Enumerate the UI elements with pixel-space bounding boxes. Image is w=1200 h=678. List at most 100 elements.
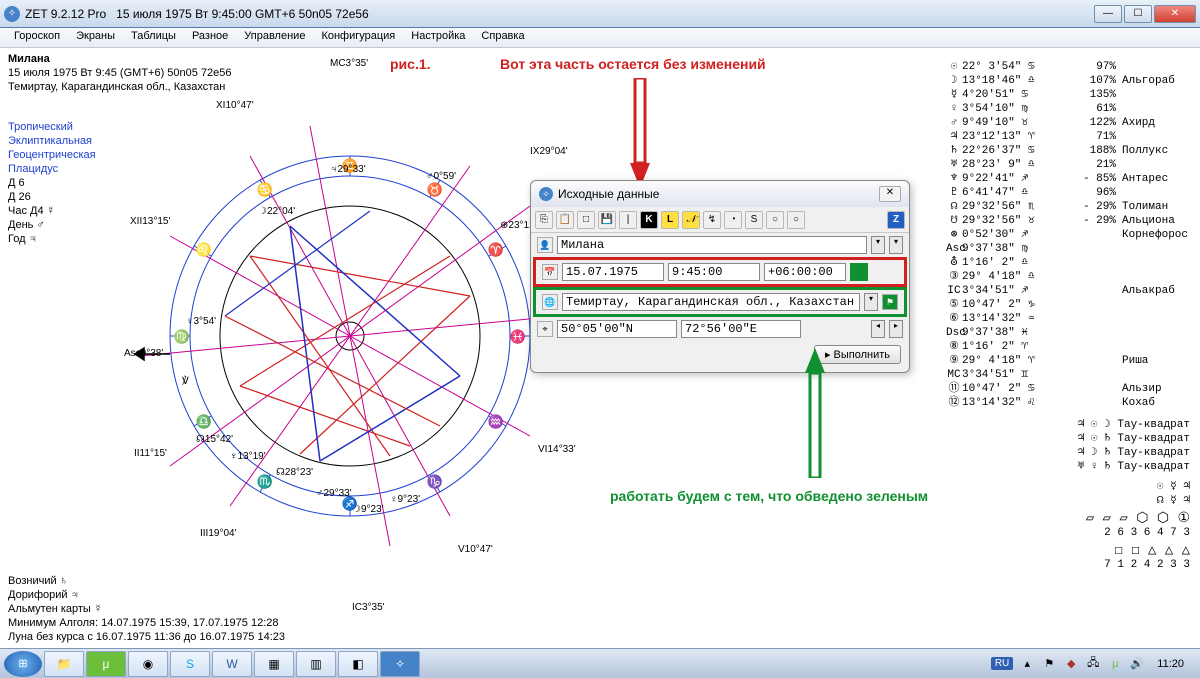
arrow-red-icon (630, 78, 650, 188)
tray-up-icon[interactable]: ▴ (1019, 656, 1035, 672)
menu-help[interactable]: Справка (473, 28, 532, 47)
planet-row: ♄22°26'37" ♋188%Поллукс (946, 144, 1190, 158)
start-button[interactable]: ⊞ (4, 651, 42, 677)
name-dd2[interactable]: ▾ (889, 236, 903, 254)
planet-row: ⛢ 1°16' 2" ♎ (946, 256, 1190, 270)
task-utorrent[interactable]: μ (86, 651, 126, 677)
dialog-toolbar: ⎘ 📋 □ 💾 | K L 𝒩 ↯ ◔ S ○ ○ Z (531, 207, 909, 233)
tb-z-icon[interactable]: Z (887, 211, 905, 229)
tb-paste-icon[interactable]: 📋 (556, 211, 574, 229)
tb-o1-icon[interactable]: ○ (766, 211, 784, 229)
svg-text:♉: ♉ (427, 182, 443, 197)
tray-network-icon[interactable]: 🖧 (1085, 656, 1101, 672)
tb-o2-icon[interactable]: ○ (787, 211, 805, 229)
planet-row: ☉22° 3'54" ♋97% (946, 60, 1190, 74)
menu-screens[interactable]: Экраны (68, 28, 123, 47)
tb-k-icon[interactable]: K (640, 211, 658, 229)
dialog-titlebar[interactable]: ✧ Исходные данные ✕ (531, 181, 909, 207)
menu-horoscope[interactable]: Гороскоп (6, 28, 68, 47)
task-app3[interactable]: ◧ (338, 651, 378, 677)
planet-row: ☽13°18'46" ♎107%Альгораб (946, 74, 1190, 88)
task-word[interactable]: W (212, 651, 252, 677)
planet-row: ♇ 6°41'47" ♎96% (946, 186, 1190, 200)
tb-n-icon[interactable]: 𝒩 (682, 211, 700, 229)
source-data-dialog[interactable]: ✧ Исходные данные ✕ ⎘ 📋 □ 💾 | K L 𝒩 ↯ ◔ … (530, 180, 910, 373)
tb-save-icon[interactable]: 💾 (598, 211, 616, 229)
maximize-button[interactable]: ☐ (1124, 5, 1152, 23)
menu-tables[interactable]: Таблицы (123, 28, 184, 47)
clock[interactable]: 11:20 (1151, 658, 1190, 670)
menu-config[interactable]: Конфигурация (313, 28, 403, 47)
date-input[interactable] (562, 263, 664, 281)
menu-misc[interactable]: Разное (184, 28, 236, 47)
task-app2[interactable]: ▥ (296, 651, 336, 677)
lbl-ic: IC3°35' (352, 602, 385, 613)
planet-row: ⑥13°14'32" ♒ (946, 312, 1190, 326)
tb-copy-icon[interactable]: ⎘ (535, 211, 553, 229)
svg-text:♓: ♓ (510, 329, 526, 344)
svg-text:♈: ♈ (488, 242, 504, 257)
menu-control[interactable]: Управление (236, 28, 313, 47)
tb-s-icon[interactable]: S (745, 211, 763, 229)
tray-ut-icon[interactable]: μ (1107, 656, 1123, 672)
calendar-icon[interactable]: 📅 (542, 264, 558, 280)
lbl-v: V10°47' (458, 544, 493, 555)
map-icon[interactable]: ⚑ (882, 294, 898, 310)
dialog-name-row: 👤 ▾ ▾ (531, 233, 909, 257)
tb-wand-icon[interactable]: ↯ (703, 211, 721, 229)
tray-vol-icon[interactable]: 🔊 (1129, 656, 1145, 672)
svg-text:♌: ♌ (196, 242, 212, 257)
lat-input[interactable] (557, 320, 677, 338)
place-dd[interactable]: ▾ (864, 293, 878, 311)
close-button[interactable]: ✕ (1154, 5, 1196, 23)
task-zet[interactable]: ✧ (380, 651, 420, 677)
tz-input[interactable] (764, 263, 846, 281)
titlebar: ✧ ZET 9.2.12 Pro 15 июля 1975 Вт 9:45:00… (0, 0, 1200, 28)
person-icon[interactable]: 👤 (537, 237, 553, 253)
name-input[interactable] (557, 236, 867, 254)
dialog-coord-row: ⌖ ◂ ▸ (531, 317, 909, 341)
svg-text:♒: ♒ (488, 414, 504, 429)
titlebar-text: ZET 9.2.12 Pro 15 июля 1975 Вт 9:45:00 G… (25, 7, 1094, 21)
tray-adobe-icon[interactable]: ◆ (1063, 656, 1079, 672)
coord-next[interactable]: ▸ (889, 320, 903, 338)
planet-row: Dsc 9°37'38" ♓ (946, 326, 1190, 340)
svg-text:♋: ♋ (257, 182, 273, 197)
planet-row: ⊛ 0°52'30" ♐Корнефорос (946, 228, 1190, 242)
lbl-ii: II11°15' (134, 448, 167, 459)
language-indicator[interactable]: RU (991, 657, 1013, 670)
task-app1[interactable]: ▦ (254, 651, 294, 677)
planet-row: ③29° 4'18" ♎ (946, 270, 1190, 284)
execute-button[interactable]: ▸ Выполнить (814, 345, 901, 364)
lon-input[interactable] (681, 320, 801, 338)
globe-icon[interactable]: 🌐 (542, 294, 558, 310)
time-input[interactable] (668, 263, 760, 281)
coord-icon[interactable]: ⌖ (537, 321, 553, 337)
tz-color[interactable] (850, 263, 868, 281)
planet-row: ⑧ 1°16' 2" ♈ (946, 340, 1190, 354)
dialog-icon: ✧ (539, 187, 553, 201)
tb-l-icon[interactable]: L (661, 211, 679, 229)
coord-prev[interactable]: ◂ (871, 320, 885, 338)
lbl-jup: ♃29°33' (330, 164, 366, 175)
task-explorer[interactable]: 📁 (44, 651, 84, 677)
dialog-close-button[interactable]: ✕ (879, 186, 901, 202)
lbl-xii: XII13°15' (130, 216, 170, 227)
planet-row: ♆ 9°22'41" ♐- 85%Антарес (946, 172, 1190, 186)
lbl-node: ☊28°23' (276, 467, 313, 478)
task-skype[interactable]: S (170, 651, 210, 677)
lbl-mars2: ♂29°33' (316, 488, 352, 499)
tb-new-icon[interactable]: □ (577, 211, 595, 229)
place-input[interactable] (562, 293, 860, 311)
app-icon: ✧ (4, 6, 20, 22)
natal-chart[interactable]: ♊♉♈ ♓♒♑ ♐♏♎ ♍♌♋ MC3°35' XI10°47' IX29°04… (130, 56, 570, 616)
minimize-button[interactable]: — (1094, 5, 1122, 23)
menu-settings[interactable]: Настройка (403, 28, 473, 47)
planets-table: ☉22° 3'54" ♋97%☽13°18'46" ♎107%Альгораб☿… (946, 60, 1190, 572)
task-chrome[interactable]: ◉ (128, 651, 168, 677)
svg-text:♑: ♑ (427, 474, 443, 489)
tb-now-icon[interactable]: ◔ (724, 211, 742, 229)
planet-row: MC 3°34'51" ♊ (946, 368, 1190, 382)
name-dd[interactable]: ▾ (871, 236, 885, 254)
tray-shield-icon[interactable]: ⚑ (1041, 656, 1057, 672)
